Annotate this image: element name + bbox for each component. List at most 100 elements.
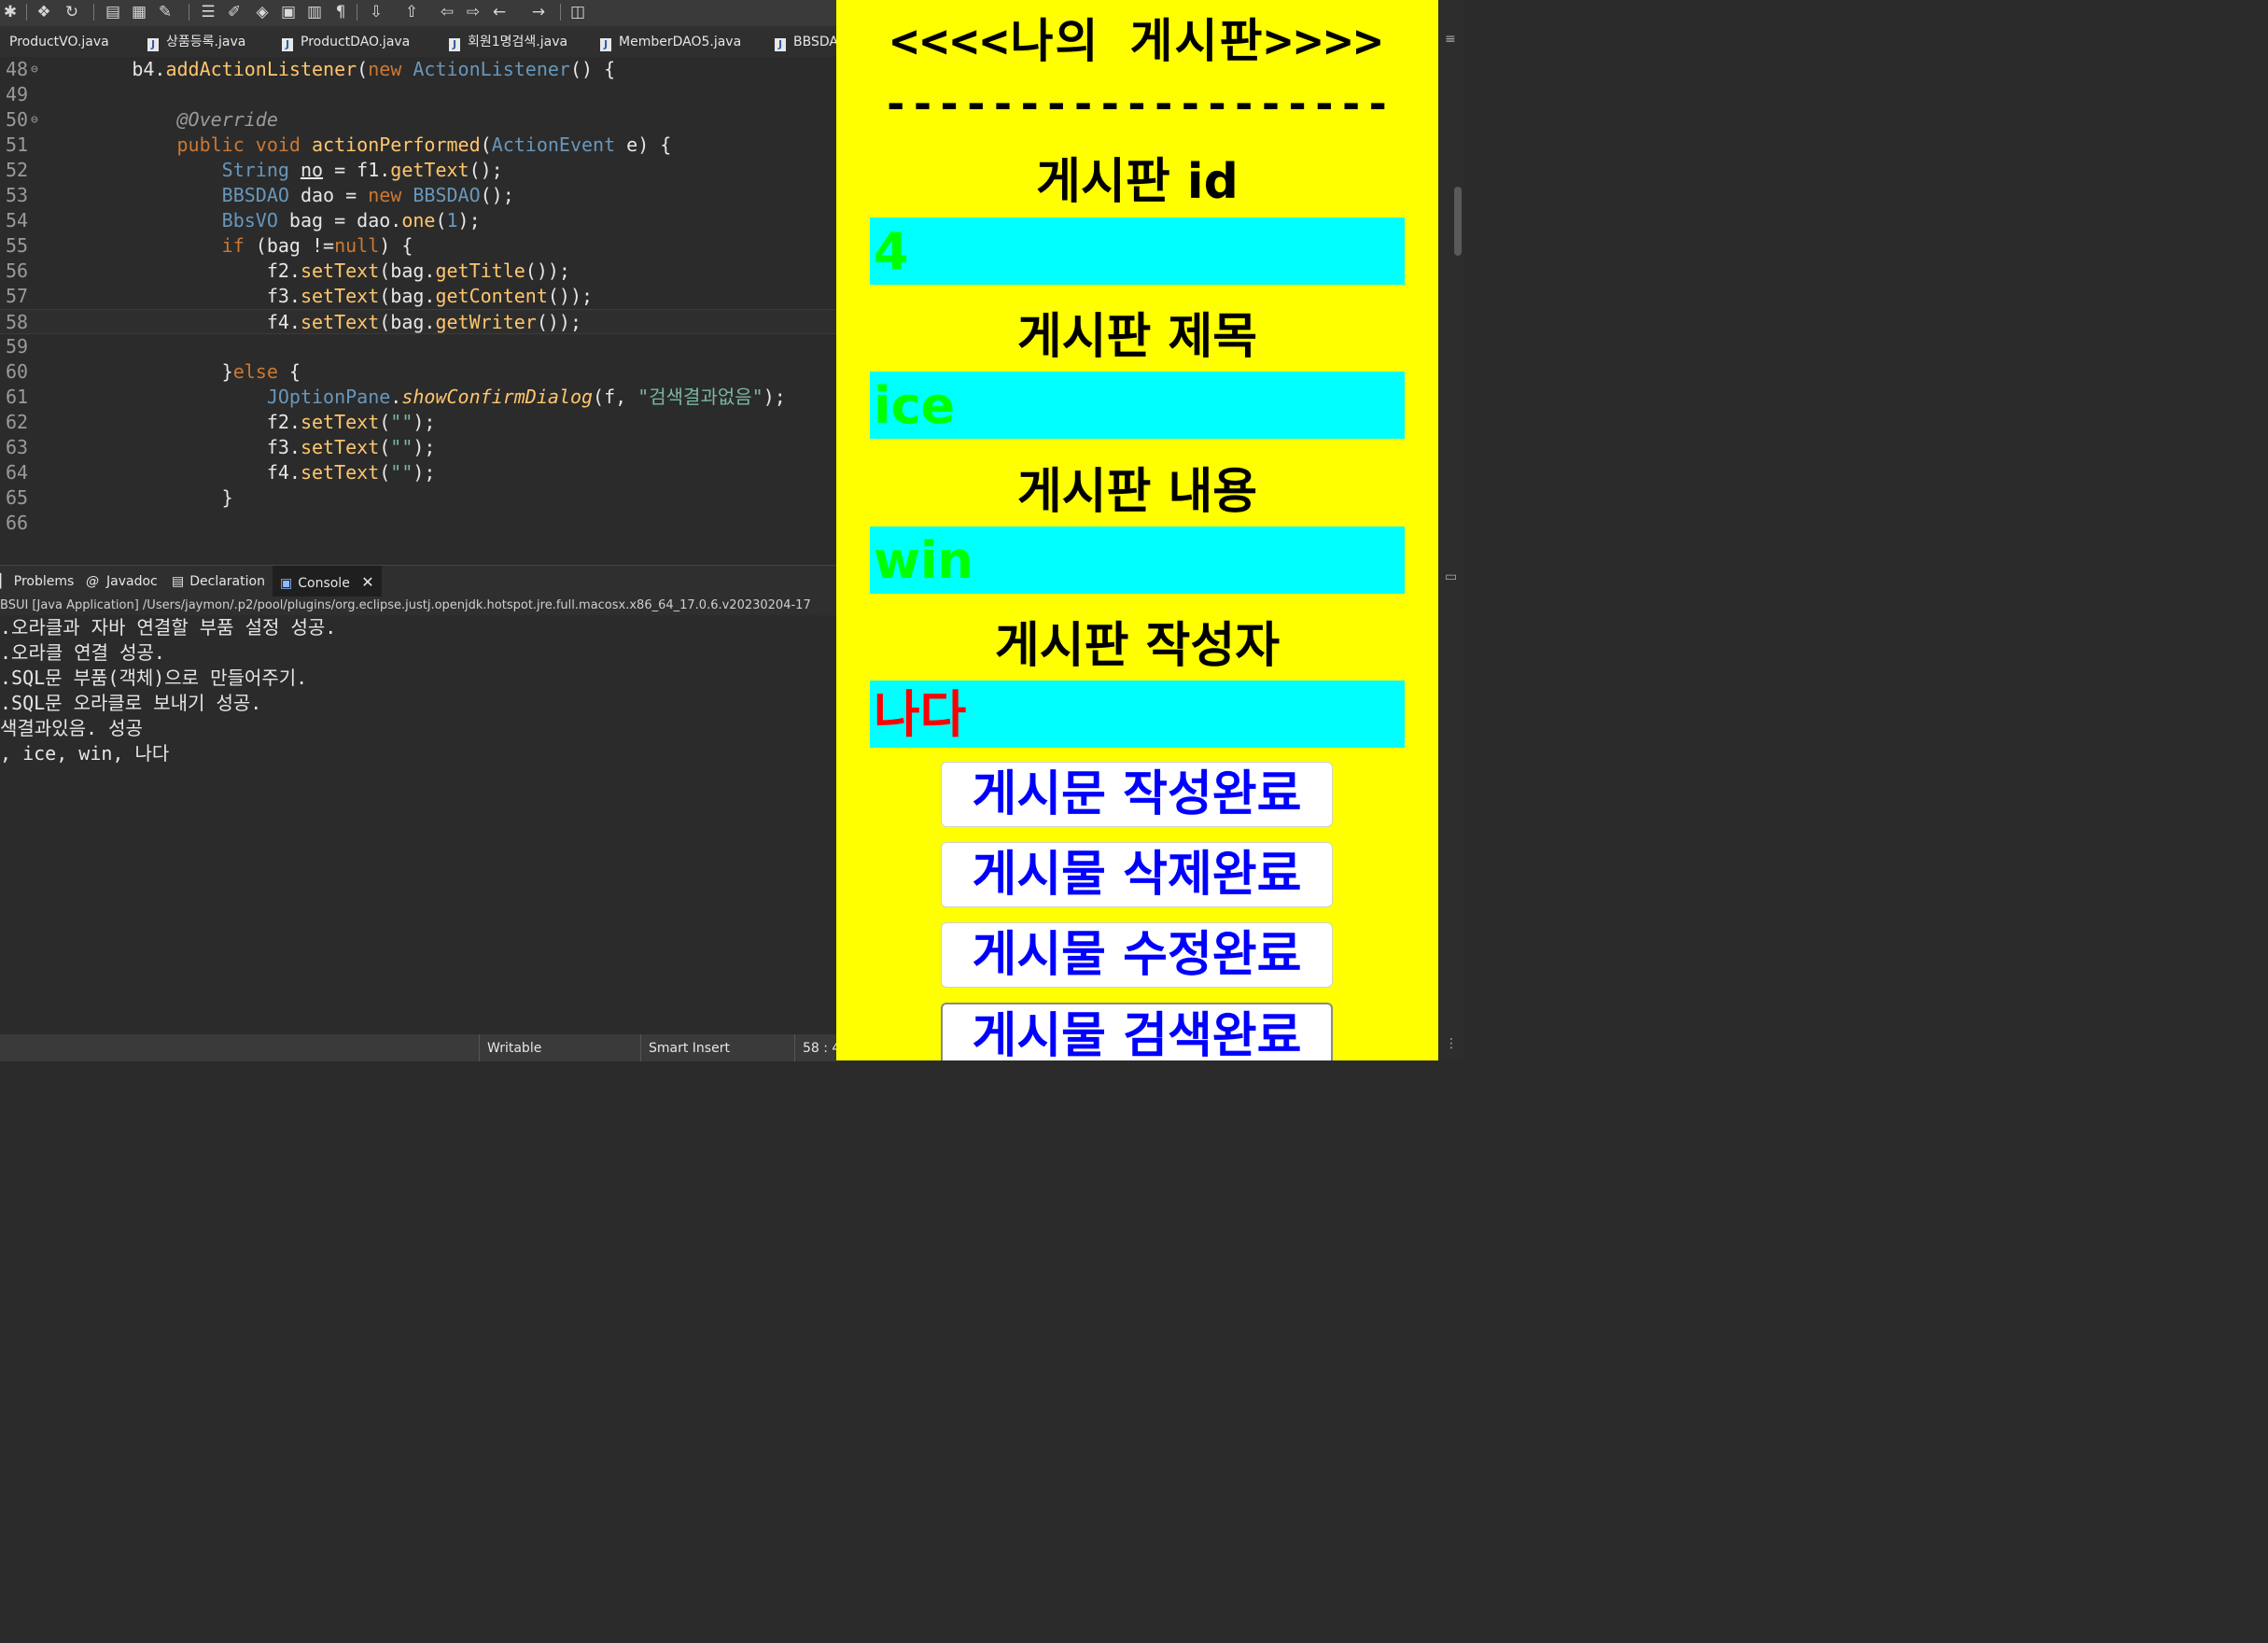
layout-icon[interactable]: ▥ (304, 2, 325, 22)
code-line[interactable]: 56 f2.setText(bag.getTitle()); (0, 259, 836, 284)
tab-label: Problems (13, 574, 75, 589)
back-icon[interactable]: ⇦ (437, 2, 457, 22)
tab-label: Declaration (189, 574, 265, 589)
console-line: .SQL문 오라클로 보내기 성공. (0, 692, 262, 714)
line-number: 66 (6, 512, 29, 534)
editor-tab[interactable]: J ProductDAO.java (282, 26, 410, 57)
step-icon[interactable]: ◈ (252, 2, 273, 22)
open-folder-icon[interactable]: ▦ (129, 2, 149, 22)
console-line: 색결과있음. 성공 (0, 717, 143, 739)
code-text: f4.setText(""); (42, 461, 436, 484)
debug-icon[interactable]: ✱ (0, 2, 21, 22)
java-file-icon: J (147, 38, 159, 51)
toolbar-separator (93, 4, 94, 21)
editor-tab[interactable]: J 상품등록.java (147, 26, 245, 57)
code-text: f2.setText(bag.getTitle()); (42, 260, 570, 282)
new-window-icon[interactable]: ◫ (567, 2, 588, 22)
code-line[interactable]: 54 BbsVO bag = dao.one(1); (0, 208, 836, 233)
paragraph-icon[interactable]: ¶ (330, 2, 351, 22)
search-post-button[interactable]: 게시물 검색완료 (941, 1003, 1333, 1060)
console-process-path: BSUI [Java Application] /Users/jaymon/.p… (0, 597, 836, 615)
left-icon[interactable]: ← (489, 2, 510, 22)
edit-icon[interactable]: ✐ (224, 2, 245, 22)
code-line[interactable]: 63 f3.setText(""); (0, 435, 836, 460)
line-number: 59 (6, 335, 29, 358)
field-board-writer[interactable]: 나다 (870, 681, 1405, 748)
update-post-button[interactable]: 게시물 수정완료 (941, 922, 1333, 988)
javadoc-icon: @ (86, 574, 99, 589)
close-icon[interactable]: ✕ (361, 573, 373, 591)
tab-problems[interactable]: ▏ Problems (0, 566, 74, 597)
declaration-icon: ▤ (172, 574, 185, 589)
code-text: } (42, 486, 233, 509)
line-number: 54 (6, 209, 29, 232)
run-icon[interactable]: ↻ (62, 2, 82, 22)
editor-tab[interactable]: J BBSDA (775, 26, 838, 57)
line-number: 52 (6, 159, 29, 181)
line-number: 65 (6, 486, 29, 509)
line-number: 58 (6, 311, 29, 333)
code-line[interactable]: 65 } (0, 485, 836, 511)
console-output[interactable]: .오라클과 자바 연결할 부품 설정 성공. .오라클 연결 성공. .SQL문 부… (0, 615, 836, 1015)
editor-tab[interactable]: J 회원1명검색.java (449, 26, 567, 57)
board-title: <<<<나의 게시판>>>> (890, 14, 1384, 68)
field-board-content[interactable]: win (870, 527, 1405, 594)
forward-icon[interactable]: ⇨ (463, 2, 483, 22)
console-tab-bar: ▏ Problems @ Javadoc ▤ Declaration ▣ Console… (0, 565, 836, 597)
toolbar-separator (26, 4, 27, 21)
new-java-project-icon[interactable]: ❖ (34, 2, 54, 22)
code-text: f3.setText(bag.getContent()); (42, 285, 594, 307)
tab-console[interactable]: ▣ Console ✕ (273, 566, 382, 597)
code-text: JOptionPane.showConfirmDialog(f, "검색결과없음… (266, 386, 786, 408)
ide-right-edge (1438, 0, 1463, 1060)
editor-tab[interactable]: J MemberDAO5.java (600, 26, 741, 57)
code-text: }else { (42, 360, 301, 383)
console-line: .SQL문 부품(객체)으로 만들어주기. (0, 667, 308, 689)
code-text: if (bag !=null) { (221, 234, 413, 257)
java-file-icon: J (449, 38, 460, 51)
next-annotation-icon[interactable]: ⇩ (366, 2, 386, 22)
paste-icon[interactable]: ▣ (278, 2, 299, 22)
code-line[interactable]: 51 public void actionPerformed(ActionEve… (0, 133, 836, 158)
code-line[interactable]: 49 (0, 82, 836, 107)
code-line[interactable]: 52 String no = f1.getText(); (0, 158, 836, 183)
open-type-icon[interactable]: ▤ (103, 2, 123, 22)
code-line[interactable]: 61 JOptionPane.showConfirmDialog(f, "검색결… (0, 385, 836, 410)
minimize-icon[interactable]: ▭ (1445, 569, 1457, 584)
right-icon[interactable]: → (528, 2, 549, 22)
view-menu-icon[interactable]: ≡ (1445, 32, 1456, 47)
line-number: 53 (6, 184, 29, 206)
java-file-icon: J (282, 38, 293, 51)
annotation-icon[interactable]: ✎ (155, 2, 175, 22)
code-line[interactable]: 48 ⊖ b4.addActionListener(new ActionListe… (0, 57, 836, 82)
tab-javadoc[interactable]: @ Javadoc (86, 566, 158, 597)
tab-label: Console (298, 576, 350, 591)
code-line[interactable]: 59 (0, 334, 836, 359)
create-post-button[interactable]: 게시문 작성완료 (941, 762, 1333, 827)
code-line[interactable]: 60 }else { (0, 359, 836, 385)
task-icon[interactable]: ☰ (198, 2, 218, 22)
delete-post-button[interactable]: 게시물 삭제완료 (941, 842, 1333, 907)
code-line[interactable]: 50 ⊖ @Override (0, 107, 836, 133)
code-line[interactable]: 66 (0, 511, 836, 536)
line-number: 49 (6, 83, 29, 105)
editor-tab[interactable]: ProductVO.java (0, 26, 109, 57)
code-line[interactable]: 55 if (bag !=null) { (0, 233, 836, 259)
tab-declaration[interactable]: ▤ Declaration (172, 566, 265, 597)
code-line[interactable]: 53 BBSDAO dao = new BBSDAO(); (0, 183, 836, 208)
field-board-id[interactable]: 4 (870, 218, 1405, 285)
code-editor[interactable]: 48 ⊖ b4.addActionListener(new ActionListe… (0, 57, 836, 559)
code-line[interactable]: 57 f3.setText(bag.getContent()); (0, 284, 836, 309)
code-line[interactable]: 64 f4.setText(""); (0, 460, 836, 485)
problems-icon: ▏ (0, 574, 10, 589)
field-board-title[interactable]: ice (870, 372, 1405, 439)
more-icon[interactable]: ⋮ (1445, 1036, 1458, 1051)
fold-toggle-icon[interactable]: ⊖ (31, 107, 38, 133)
prev-annotation-icon[interactable]: ⇧ (401, 2, 422, 22)
code-line[interactable]: 62 f2.setText(""); (0, 410, 836, 435)
editor-tab-label: 상품등록.java (166, 35, 246, 49)
code-line[interactable]: 58 f4.setText(bag.getWriter()); (0, 309, 836, 334)
scrollbar-thumb[interactable] (1454, 187, 1462, 256)
line-number: 64 (6, 461, 29, 484)
fold-toggle-icon[interactable]: ⊖ (31, 57, 38, 82)
